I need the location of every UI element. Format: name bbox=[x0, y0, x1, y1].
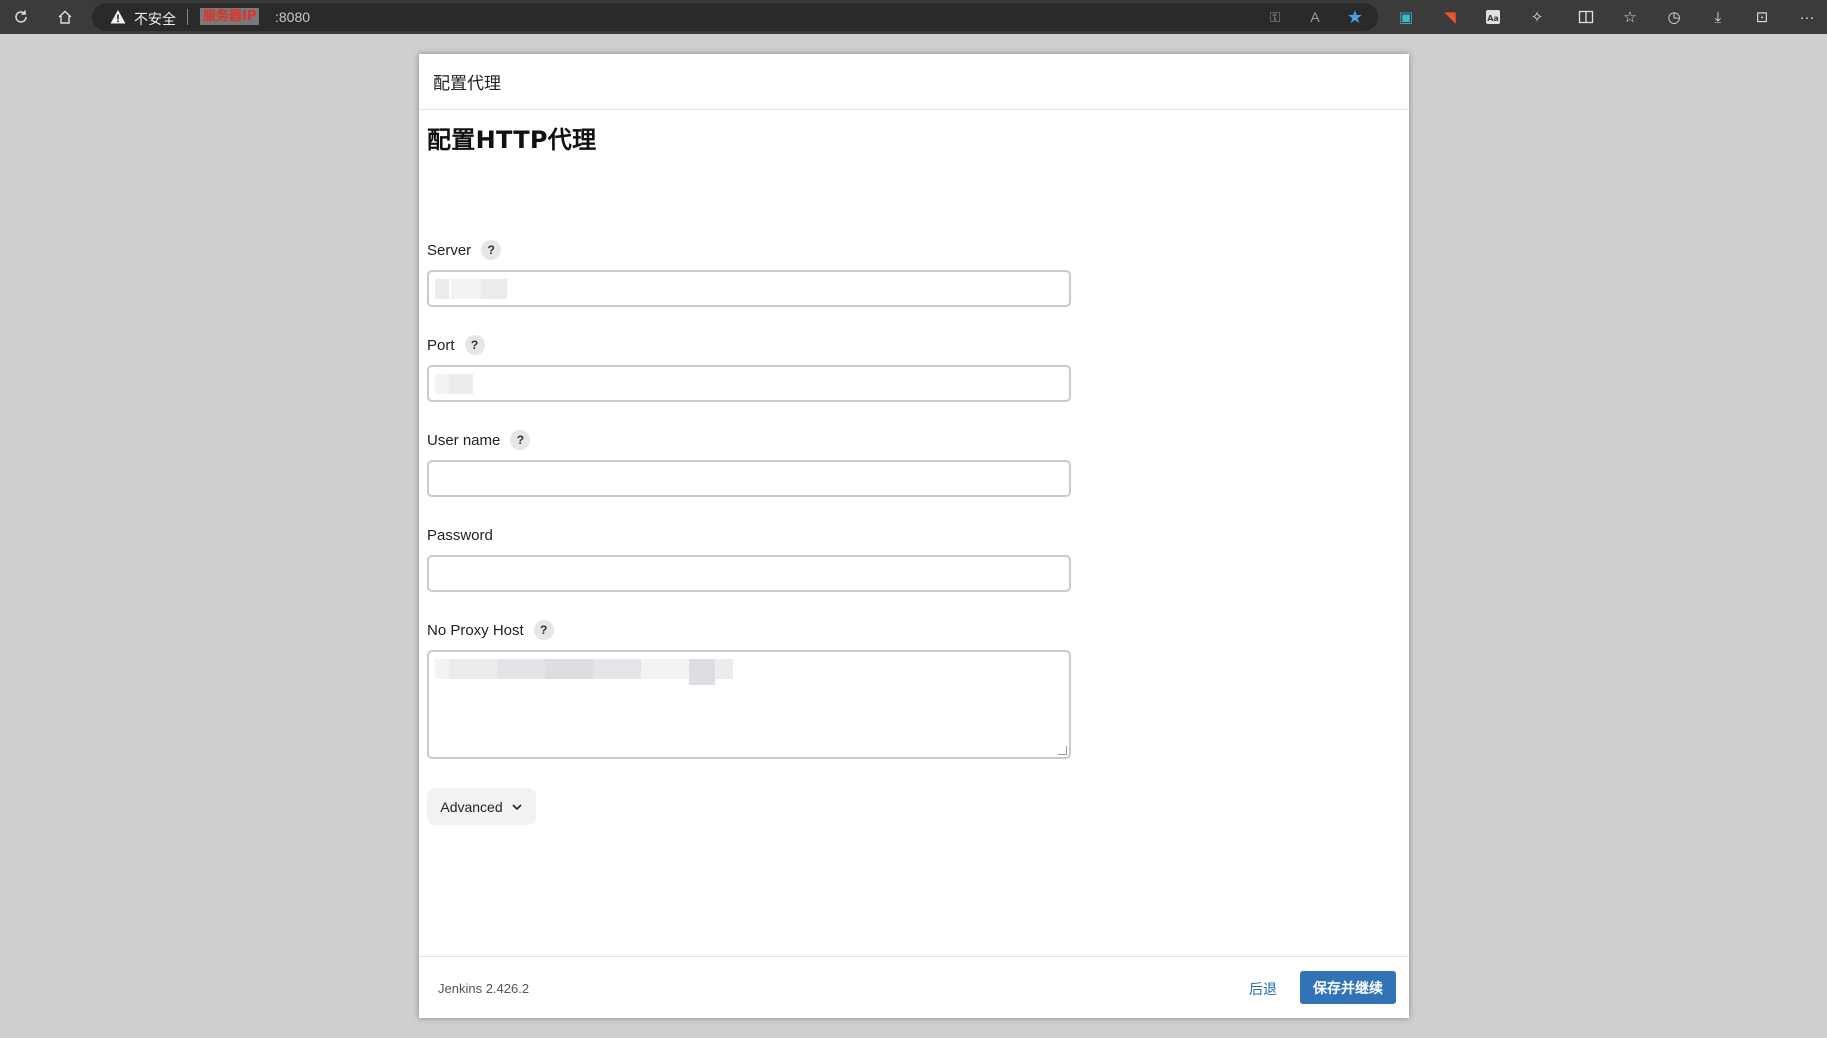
download-icon[interactable]: ⤓ bbox=[1707, 6, 1729, 28]
screenshot-icon[interactable]: ⊡ bbox=[1751, 6, 1773, 28]
resize-handle[interactable] bbox=[1058, 746, 1067, 755]
advanced-label: Advanced bbox=[440, 798, 503, 815]
username-input[interactable] bbox=[427, 460, 1071, 497]
port-input[interactable] bbox=[427, 365, 1071, 402]
no-proxy-host-field: No Proxy Host ? bbox=[427, 620, 1071, 759]
save-and-continue-button[interactable]: 保存并继续 bbox=[1300, 971, 1396, 1004]
address-bar[interactable]: 不安全 服务器IP :8080 ⚿ A ★ bbox=[92, 3, 1378, 31]
username-label: User name bbox=[427, 431, 501, 449]
redacted-value bbox=[451, 279, 481, 299]
port-help-icon[interactable]: ? bbox=[464, 335, 485, 355]
server-field: Server ? bbox=[427, 240, 1071, 307]
browser-toolbar: 不安全 服务器IP :8080 ⚿ A ★ ▣ ◥ Aa ✧ ☆ ◷ ⤓ ⊡ ·… bbox=[0, 0, 1827, 34]
back-link[interactable]: 后退 bbox=[1249, 979, 1277, 999]
redacted-value bbox=[435, 659, 449, 679]
chevron-down-icon bbox=[512, 803, 522, 810]
split-screen-icon[interactable] bbox=[1575, 6, 1597, 28]
favorite-star-icon[interactable]: ★ bbox=[1346, 7, 1364, 27]
dialog-header-title: 配置代理 bbox=[433, 74, 501, 94]
server-help-icon[interactable]: ? bbox=[481, 240, 502, 260]
extensions-icon[interactable]: ✧ bbox=[1526, 6, 1548, 28]
warning-icon bbox=[110, 9, 126, 25]
redacted-value bbox=[435, 279, 449, 299]
username-help-icon[interactable]: ? bbox=[510, 430, 531, 450]
password-label: Password bbox=[427, 526, 493, 544]
server-label: Server bbox=[427, 241, 472, 259]
translate-icon[interactable]: ▣ bbox=[1395, 6, 1417, 28]
redacted-value bbox=[545, 659, 593, 679]
url-host: 服务器IP bbox=[200, 8, 260, 25]
redacted-value bbox=[497, 659, 545, 679]
redacted-value bbox=[641, 659, 689, 679]
redacted-value bbox=[689, 659, 715, 685]
advanced-button[interactable]: Advanced bbox=[427, 788, 536, 825]
dialog-body: 配置HTTP代理 Server ? Port ? User name ? Pas… bbox=[419, 120, 1409, 825]
more-options-icon[interactable]: ··· bbox=[1796, 6, 1818, 28]
page-title: 配置HTTP代理 bbox=[427, 126, 597, 154]
username-field: User name ? bbox=[427, 430, 1071, 497]
jenkins-version: Jenkins 2.426.2 bbox=[438, 981, 530, 996]
redacted-value bbox=[435, 374, 449, 394]
history-icon[interactable]: ◷ bbox=[1663, 6, 1685, 28]
password-input[interactable] bbox=[427, 555, 1071, 592]
no-proxy-host-textarea[interactable] bbox=[427, 650, 1071, 759]
port-field: Port ? bbox=[427, 335, 1071, 402]
password-field: Password bbox=[427, 525, 1071, 592]
url-port: :8080 bbox=[275, 9, 311, 25]
swift-extension-icon[interactable]: ◥ bbox=[1439, 6, 1461, 28]
home-icon[interactable] bbox=[54, 6, 76, 28]
favorites-icon[interactable]: ☆ bbox=[1619, 6, 1641, 28]
security-status[interactable]: 不安全 bbox=[134, 9, 176, 29]
svg-text:Aa: Aa bbox=[1487, 14, 1499, 23]
dialog-header: 配置代理 bbox=[419, 54, 1409, 110]
port-label: Port bbox=[427, 336, 455, 354]
divider bbox=[187, 9, 188, 25]
redacted-value bbox=[481, 279, 507, 299]
redacted-value bbox=[593, 659, 641, 679]
no-proxy-host-help-icon[interactable]: ? bbox=[533, 620, 554, 640]
dictionary-icon[interactable]: Aa bbox=[1482, 6, 1504, 28]
redacted-value bbox=[715, 659, 733, 679]
redacted-value bbox=[449, 659, 497, 679]
proxy-config-dialog: 配置代理 配置HTTP代理 Server ? Port ? User name … bbox=[419, 54, 1409, 1018]
server-input[interactable] bbox=[427, 270, 1071, 307]
key-icon[interactable]: ⚿ bbox=[1266, 8, 1284, 26]
read-aloud-icon[interactable]: A bbox=[1306, 8, 1324, 26]
redacted-value bbox=[449, 374, 473, 394]
dialog-footer: Jenkins 2.426.2 后退 保存并继续 bbox=[419, 956, 1409, 1018]
no-proxy-host-label: No Proxy Host bbox=[427, 621, 524, 639]
refresh-icon[interactable] bbox=[10, 6, 32, 28]
